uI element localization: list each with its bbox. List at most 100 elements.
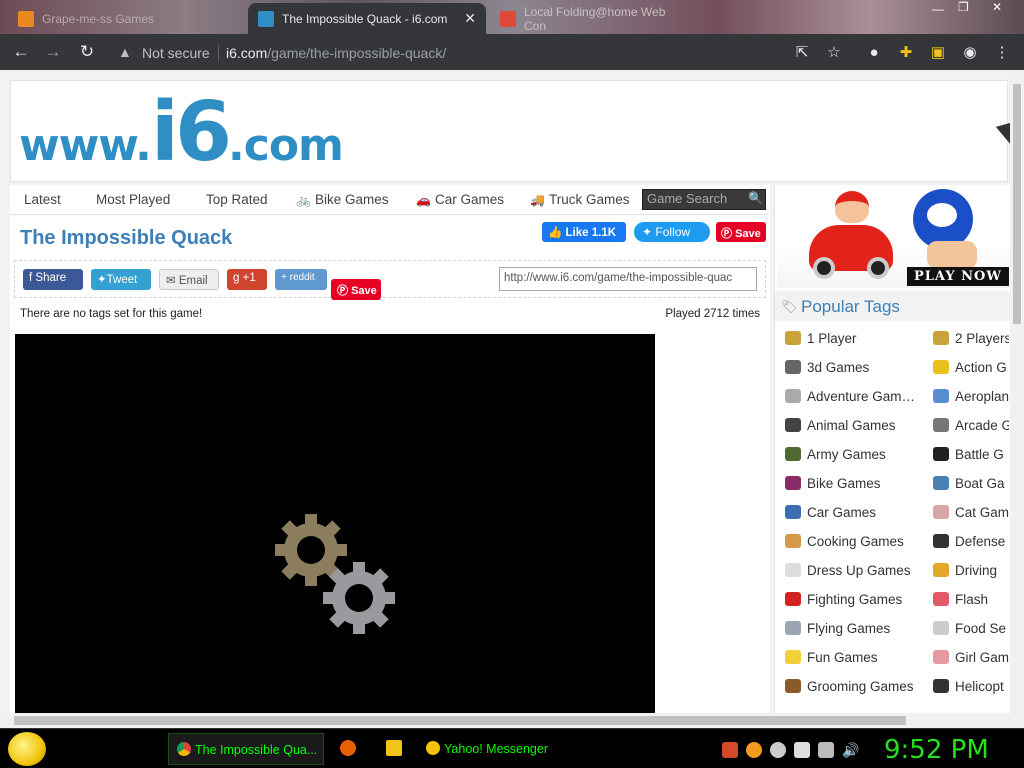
facebook-like-button[interactable]: 👍 Like 1.1K: [542, 222, 626, 242]
profile-flag-icon[interactable]: ●: [864, 43, 884, 63]
extensions-puzzle-icon[interactable]: ✚: [896, 43, 916, 63]
tab-folding-home[interactable]: Local Folding@home Web Con: [490, 3, 700, 34]
play-now-label[interactable]: PLAY NOW: [907, 267, 1009, 286]
email-button[interactable]: ✉ Email: [159, 269, 219, 290]
tag-icon: [785, 418, 801, 432]
scroll-thumb[interactable]: [14, 716, 906, 725]
pinterest-share-button[interactable]: Ⓟ Save: [331, 279, 381, 300]
clock[interactable]: 9:52 PM: [884, 735, 989, 765]
tag-link[interactable]: Aeroplan: [933, 389, 1009, 404]
address-bar[interactable]: [110, 40, 852, 66]
close-window-icon[interactable]: ✕: [992, 0, 1002, 16]
reddit-icon: +: [281, 272, 287, 283]
tag-link[interactable]: Driving: [933, 563, 1009, 578]
tag-icon: [785, 505, 801, 519]
tag-link[interactable]: Fun Games: [785, 650, 925, 665]
tag-link[interactable]: Action G: [933, 360, 1009, 375]
tag-icon: [933, 389, 949, 403]
tag-link[interactable]: Helicopt: [933, 679, 1009, 694]
bookmark-star-icon[interactable]: ☆: [824, 43, 844, 63]
tag-label: Dress Up Games: [807, 563, 911, 578]
no-tags-text: There are no tags set for this game!: [20, 308, 203, 320]
nav-truck-games[interactable]: 🚚 Truck Games: [530, 192, 629, 207]
sidepanel-icon[interactable]: ▣: [928, 43, 948, 63]
thumbs-up-icon: 👍: [548, 227, 563, 239]
tag-icon: [933, 621, 949, 635]
tray-status-icon[interactable]: [770, 742, 786, 758]
tray-network-icon[interactable]: [818, 742, 834, 758]
tag-link[interactable]: Fighting Games: [785, 592, 925, 607]
tab-impossible-quack[interactable]: The Impossible Quack - i6.com ✕: [248, 3, 486, 34]
tag-link[interactable]: Battle G: [933, 447, 1009, 462]
tray-search-icon[interactable]: [746, 742, 762, 758]
forward-arrow-icon[interactable]: →: [42, 41, 64, 63]
mario-sonic-ad-banner[interactable]: PLAY NOW: [777, 185, 1009, 288]
tag-link[interactable]: Flying Games: [785, 621, 925, 636]
tag-link[interactable]: 3d Games: [785, 360, 925, 375]
tag-link[interactable]: 2 Players: [933, 331, 1009, 346]
search-icon[interactable]: 🔍: [748, 191, 763, 205]
scroll-thumb[interactable]: [1013, 84, 1021, 324]
tag-link[interactable]: Boat Ga: [933, 476, 1009, 491]
tag-label: Cooking Games: [807, 534, 904, 549]
site-logo[interactable]: www.i6.com: [19, 85, 344, 180]
tray-app-icon[interactable]: [722, 742, 738, 758]
taskbar-chrome-item[interactable]: The Impossible Qua...: [168, 733, 324, 765]
url-text[interactable]: i6.com/game/the-impossible-quack/: [226, 45, 446, 61]
pinterest-save-button[interactable]: Ⓟ Save: [716, 222, 766, 242]
firefox-icon[interactable]: [340, 740, 356, 756]
tag-label: Driving: [955, 563, 998, 578]
facebook-share-button[interactable]: f Share: [23, 269, 83, 290]
tag-label: Fighting Games: [807, 592, 903, 607]
folder-icon[interactable]: [386, 740, 402, 756]
tab-grape-games[interactable]: Grape-me-ss Games: [8, 3, 248, 34]
close-tab-icon[interactable]: ✕: [464, 10, 476, 27]
reload-icon[interactable]: ↻: [76, 41, 98, 63]
tag-link[interactable]: Car Games: [785, 505, 925, 520]
tag-link[interactable]: Girl Gam: [933, 650, 1009, 665]
tag-link[interactable]: Flash: [933, 592, 1009, 607]
start-smiley-icon[interactable]: [8, 732, 46, 766]
volume-icon[interactable]: 🔊: [842, 742, 859, 758]
tag-link[interactable]: Cooking Games: [785, 534, 925, 549]
tag-icon: [785, 679, 801, 693]
tag-icon: [933, 360, 949, 374]
menu-kebab-icon[interactable]: ⋮: [992, 43, 1012, 63]
nav-car-games[interactable]: 🚗 Car Games: [416, 192, 504, 207]
tag-link[interactable]: Grooming Games: [785, 679, 925, 694]
restore-icon[interactable]: ❐: [958, 0, 969, 16]
taskbar-yahoo-item[interactable]: Yahoo! Messenger: [418, 733, 574, 765]
envelope-icon: ✉: [166, 275, 176, 287]
tag-link[interactable]: Defense: [933, 534, 1009, 549]
tag-link[interactable]: Adventure Gam…: [785, 389, 925, 404]
nav-bike-games[interactable]: 🚲 Bike Games: [296, 192, 388, 207]
google-plus-button[interactable]: g +1: [227, 269, 267, 290]
back-arrow-icon[interactable]: ←: [10, 41, 32, 63]
tag-link[interactable]: Animal Games: [785, 418, 925, 433]
tag-link[interactable]: Arcade G: [933, 418, 1009, 433]
share-url-field[interactable]: http://www.i6.com/game/the-impossible-qu…: [499, 267, 757, 291]
twitter-follow-button[interactable]: ✦ Follow: [634, 222, 710, 242]
tag-label: Defense: [955, 534, 1006, 549]
tweet-button[interactable]: ✦Tweet: [91, 269, 151, 290]
vertical-scrollbar[interactable]: [1010, 70, 1024, 728]
nav-top-rated[interactable]: Top Rated: [206, 192, 268, 207]
minimize-icon[interactable]: —: [932, 2, 944, 18]
nav-latest[interactable]: Latest: [24, 192, 61, 207]
game-title: The Impossible Quack: [20, 227, 233, 249]
game-canvas[interactable]: [15, 334, 655, 728]
nav-most-played[interactable]: Most Played: [96, 192, 170, 207]
tag-link[interactable]: Bike Games: [785, 476, 925, 491]
tag-link[interactable]: Dress Up Games: [785, 563, 925, 578]
share-icon[interactable]: ⇱: [792, 43, 812, 63]
horizontal-scrollbar[interactable]: [0, 713, 1010, 728]
tag-link[interactable]: Food Se: [933, 621, 1009, 636]
tag-link[interactable]: Cat Gam: [933, 505, 1009, 520]
main-content: Latest Most Played Top Rated 🚲 Bike Games…: [10, 185, 770, 728]
tag-link[interactable]: 1 Player: [785, 331, 925, 346]
tray-flag-icon[interactable]: [794, 742, 810, 758]
account-avatar-icon[interactable]: ◉: [960, 43, 980, 63]
tag-link[interactable]: Army Games: [785, 447, 925, 462]
reddit-button[interactable]: + reddit: [275, 269, 327, 290]
not-secure-label[interactable]: Not secure: [142, 45, 210, 61]
